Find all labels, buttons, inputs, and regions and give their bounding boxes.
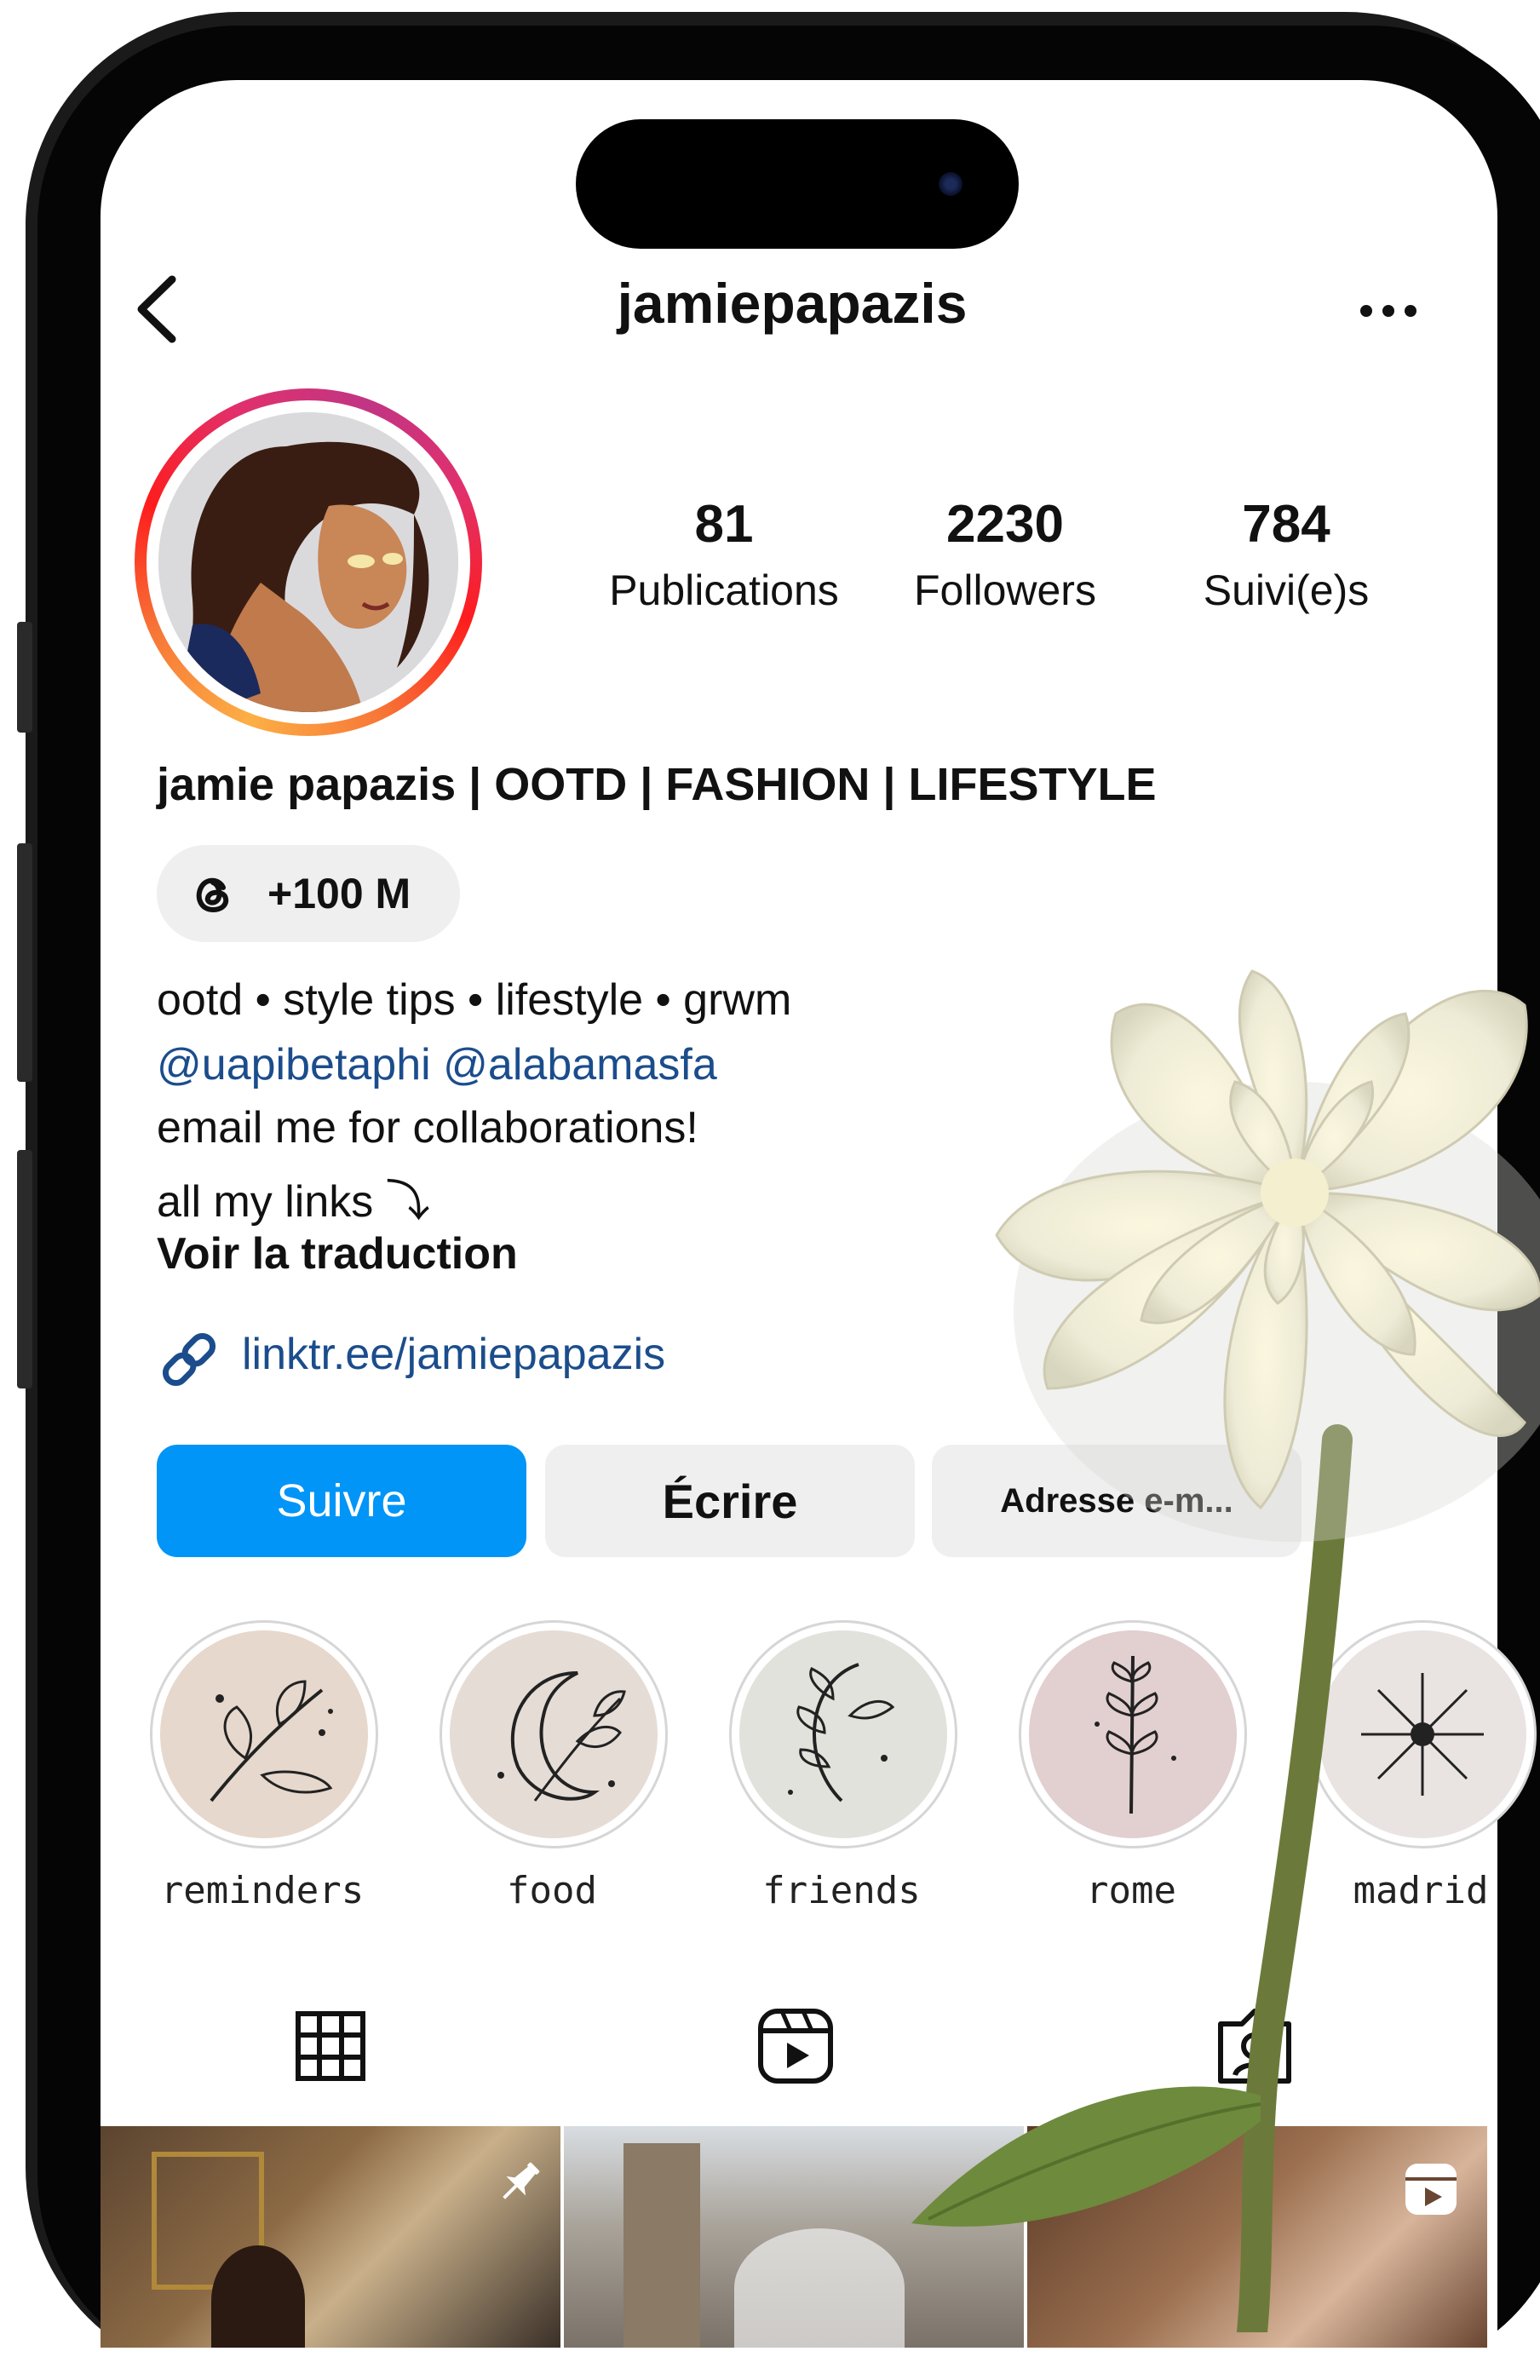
tab-posts[interactable] <box>295 2010 366 2082</box>
bio-line-3: email me for collaborations! <box>157 1103 698 1153</box>
bio-line-4: all my links ⤵ <box>157 1177 430 1227</box>
ellipsis-icon <box>1360 305 1416 317</box>
more-options-button[interactable] <box>1354 290 1422 332</box>
front-camera <box>939 172 962 196</box>
follow-button[interactable]: Suivre <box>157 1445 526 1557</box>
message-button[interactable]: Écrire <box>545 1445 915 1557</box>
flower-decoration <box>894 911 1540 2348</box>
threads-count: +100 M <box>267 870 411 917</box>
pin-icon <box>492 2155 547 2210</box>
publications-label[interactable]: Publications <box>579 566 869 615</box>
moon-branch-icon <box>450 1630 658 1838</box>
post-thumbnail[interactable] <box>101 2126 560 2348</box>
publications-count[interactable]: 81 <box>596 494 852 555</box>
display-name: jamie papazis | OOTD | FASHION | LIFESTY… <box>157 759 1157 810</box>
see-translation-link[interactable]: Voir la traduction <box>157 1228 518 1279</box>
followers-count[interactable]: 2230 <box>877 494 1133 555</box>
page-title: jamiepapazis <box>617 272 968 335</box>
building-silhouette <box>623 2143 700 2348</box>
chevron-left-icon <box>137 275 176 343</box>
following-label[interactable]: Suivi(e)s <box>1150 566 1422 615</box>
threads-badge[interactable]: +100 M <box>157 845 460 942</box>
avatar[interactable] <box>158 412 458 712</box>
grid-icon <box>296 2011 365 2081</box>
followers-label[interactable]: Followers <box>869 566 1141 615</box>
tab-reels[interactable] <box>756 2007 835 2085</box>
highlight-label: reminders <box>160 1869 365 1912</box>
highlight-label: food <box>507 1869 597 1912</box>
person-silhouette <box>211 2245 305 2348</box>
avatar-illustration <box>158 412 458 712</box>
threads-icon <box>196 877 229 913</box>
bio-mentions[interactable]: @uapibetaphi @alabamasfa <box>157 1039 717 1090</box>
back-button[interactable] <box>128 271 187 348</box>
link-icon <box>157 1327 221 1392</box>
following-count[interactable]: 784 <box>1158 494 1414 555</box>
phone-volume-up <box>17 843 32 1082</box>
bio-line-1: ootd • style tips • lifestyle • grwm <box>157 975 792 1025</box>
reels-icon <box>758 2009 833 2084</box>
phone-action-button <box>17 622 32 733</box>
phone-volume-down <box>17 1150 32 1388</box>
external-link[interactable]: linktr.ee/jamiepapazis <box>242 1329 665 1380</box>
leaf-branch-icon <box>160 1630 368 1838</box>
fountain-spray <box>734 2228 905 2348</box>
